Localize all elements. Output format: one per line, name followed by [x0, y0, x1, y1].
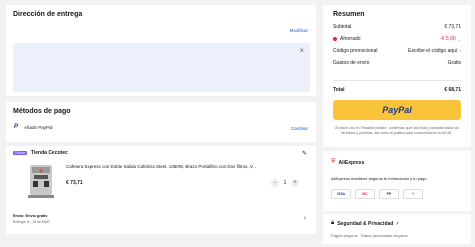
visa-icon: VISA [331, 189, 351, 199]
lock-icon: 🔒︎ [331, 220, 335, 226]
more-payments-icon: + [403, 189, 423, 199]
shipping-cost-value: Gratis [447, 60, 461, 66]
saved-label: Ahorrado [340, 36, 361, 42]
discount-icon [333, 37, 337, 41]
product-price: € 73,71 [66, 180, 83, 186]
shield-icon: ⛨ [331, 159, 336, 165]
divider [333, 80, 461, 81]
paypal-checkout-button[interactable]: PayPal [333, 100, 461, 120]
paypal-button-label: PayPal [382, 105, 412, 115]
chevron-right-icon: › [459, 48, 461, 54]
subtotal-row: Subtotal € 73,71 [333, 24, 461, 30]
shipping-cost-row: Gastos de envío Gratis [333, 60, 461, 66]
address-redacted-area [13, 43, 310, 92]
promo-code-label: Código promocional [333, 48, 378, 54]
delivery-address-card: Dirección de entrega Modificar × [6, 5, 316, 96]
product-title[interactable]: Cafetera Express con Doble Salida Cafeti… [66, 164, 308, 169]
promo-code-row[interactable]: Código promocional Escribe el código aqu… [333, 48, 461, 54]
promo-code-input[interactable]: Escribe el código aquí [408, 48, 457, 54]
choice-badge: Choice [13, 151, 27, 155]
total-row: Total € 68,71 [333, 87, 461, 93]
payment-methods-title: Métodos de pago [13, 108, 71, 115]
summary-title: Resumen [333, 11, 365, 18]
paypal-icon: P [14, 124, 19, 130]
mastercard-icon: MC [355, 189, 375, 199]
change-payment-link[interactable]: Cambiar [291, 126, 308, 131]
payment-icons: VISA MC PP + [331, 189, 423, 199]
increase-quantity-button[interactable]: + [291, 179, 299, 187]
delivery-address-title: Dirección de entrega [13, 11, 83, 18]
paypal-option[interactable]: P Añadir PayPal [14, 124, 53, 130]
quantity-value: 1 [283, 180, 287, 186]
modify-address-link[interactable]: Modificar [290, 28, 308, 33]
close-icon[interactable]: × [299, 47, 304, 55]
chevron-right-icon: › [396, 220, 399, 227]
shipping-info: Envío: Envío gratis [13, 214, 48, 218]
chevron-down-icon: ⌄ [457, 36, 461, 42]
paypal-icon: PP [379, 189, 399, 199]
security-text: Pagos seguros Datos personales seguros [331, 233, 408, 238]
security-privacy-card[interactable]: 🔒︎ Seguridad & Privacidad › Pagos seguro… [323, 214, 471, 244]
subtotal-label: Subtotal [333, 24, 352, 30]
saved-row[interactable]: Ahorrado -€ 5,00 ⌄ [333, 36, 461, 42]
total-value: € 68,71 [444, 87, 461, 93]
edit-icon[interactable]: ✎ [302, 150, 307, 157]
legal-notice: Al hacer clic en 'Realizar pedido', conf… [335, 126, 459, 135]
subtotal-value: € 73,71 [444, 24, 461, 30]
store-name: Tienda Cecotec [30, 150, 68, 156]
chevron-right-icon[interactable]: › [304, 215, 306, 222]
trust-text: AliExpress mantiene seguros tu informaci… [331, 176, 427, 181]
decrease-quantity-button[interactable]: - [271, 179, 279, 187]
quantity-stepper: - 1 + [271, 179, 299, 187]
aliexpress-trust-card: ⛨ AliExpress AliExpress mantiene seguros… [323, 151, 471, 211]
store-order-card: Choice Tienda Cecotec ✎ Cafetera Express… [6, 146, 316, 234]
trust-title: AliExpress [338, 159, 365, 166]
delivery-date: Entrega: 6 - 16 de MAR [13, 220, 50, 224]
order-summary-card: Resumen Subtotal € 73,71 Ahorrado -€ 5,0… [323, 5, 471, 147]
shipping-cost-label: Gastos de envío [333, 60, 370, 66]
add-paypal-label: Añadir PayPal [24, 124, 53, 130]
total-label: Total [333, 87, 345, 93]
saved-value: -€ 5,00 [440, 36, 456, 42]
product-image[interactable] [24, 163, 58, 199]
payment-methods-card: Métodos de pago P Añadir PayPal Cambiar [6, 102, 316, 142]
security-title: Seguridad & Privacidad [337, 220, 394, 227]
